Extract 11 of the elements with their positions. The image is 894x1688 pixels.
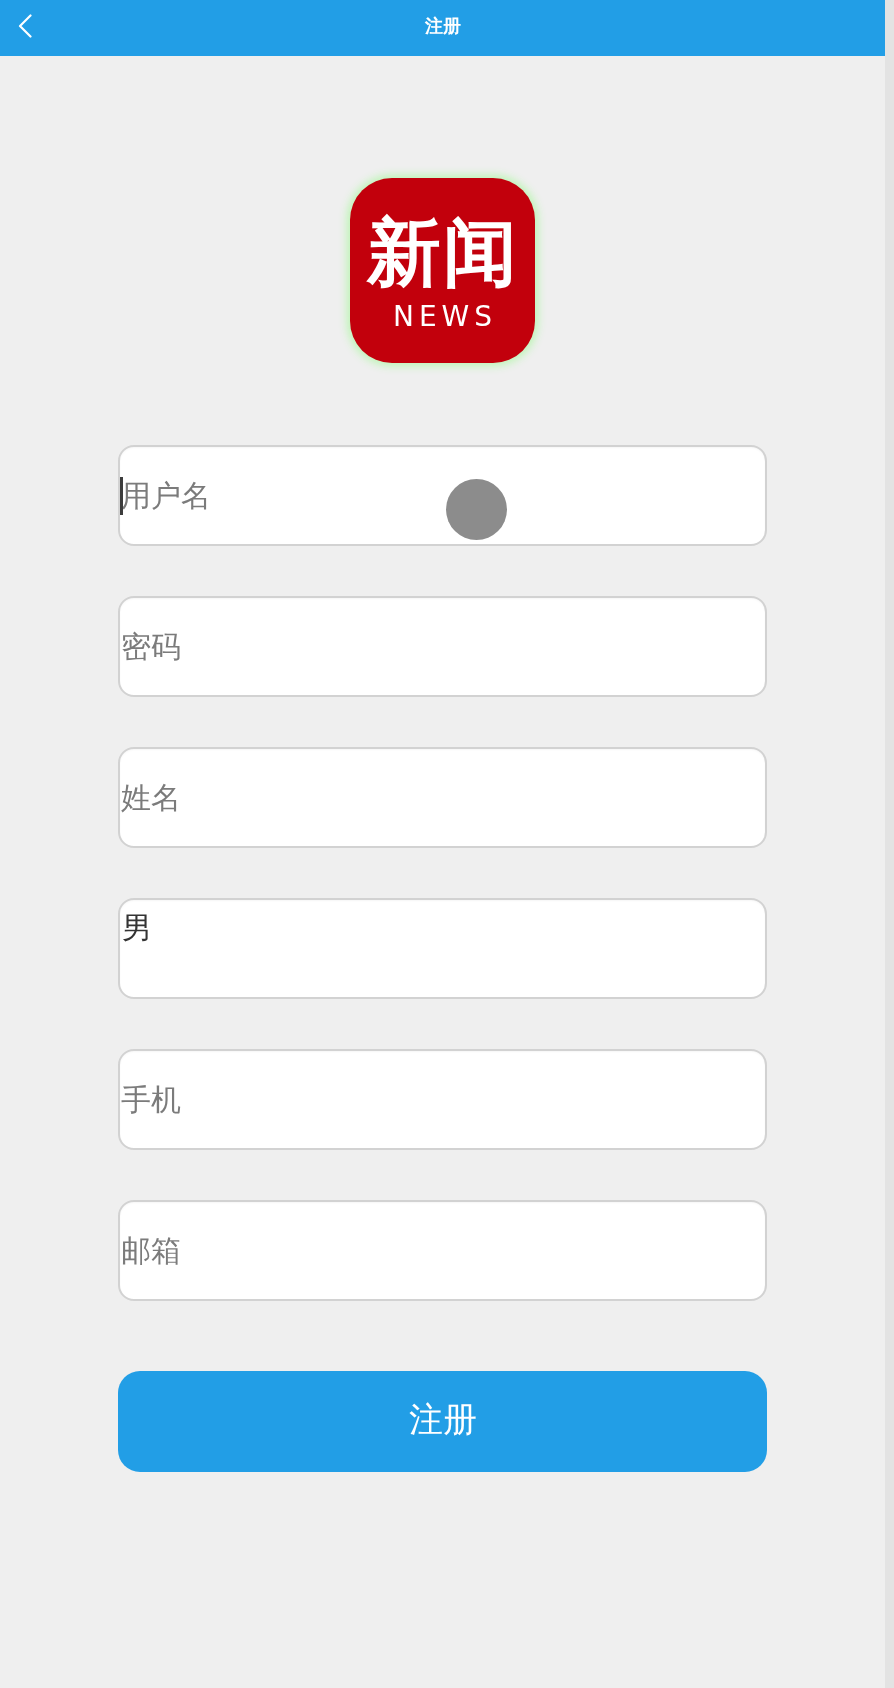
select-field[interactable]: 男 xyxy=(118,898,767,999)
logo-subtitle: NEWS xyxy=(391,302,498,331)
page-title: 注册 xyxy=(424,14,461,38)
touch-point-icon xyxy=(446,479,507,540)
text-field[interactable]: 用户名 xyxy=(118,445,767,546)
back-icon[interactable] xyxy=(18,14,32,38)
text-field[interactable]: 邮箱 xyxy=(118,1200,767,1301)
text-field[interactable]: 密码 xyxy=(118,596,767,697)
text-field[interactable]: 姓名 xyxy=(118,747,767,848)
text-field[interactable]: 手机 xyxy=(118,1049,767,1150)
logo-title: 新闻 xyxy=(366,214,519,289)
